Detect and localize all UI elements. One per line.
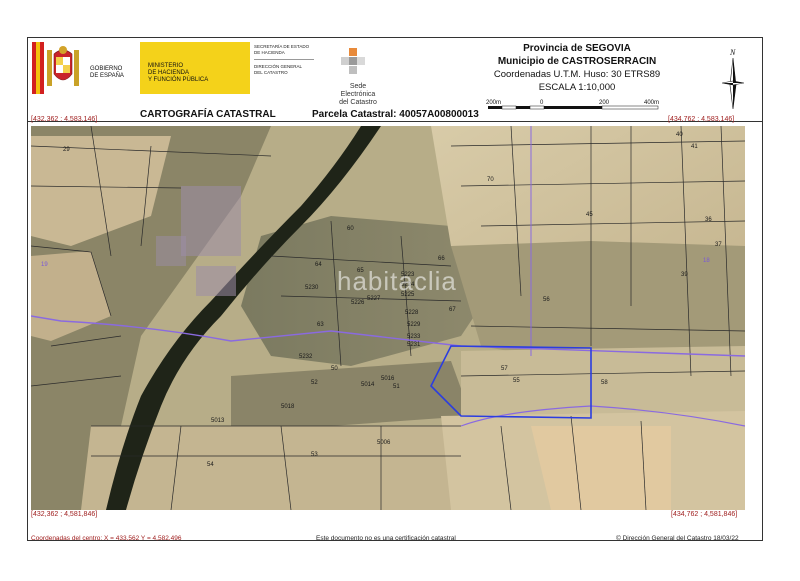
sede-electronica-label: Sede Electrónica del Catastro [339, 83, 377, 106]
svg-text:40: 40 [676, 132, 683, 138]
corner-coord-bottom-left: [432,362 ; 4,581,846] [31, 511, 98, 518]
terrain-field-se-bright [531, 426, 671, 510]
north-arrow-icon: N [722, 48, 744, 110]
svg-text:0: 0 [540, 100, 544, 106]
corner-coord-top-right: [434,762 ; 4,583,146] [668, 116, 735, 123]
corner-coord-top-left: [432,362 ; 4,583,146] [31, 116, 98, 123]
corner-coord-bottom-right: [434,762 ; 4,581,846] [671, 511, 738, 518]
map-title-block: Provincia de SEGOVIA Municipio de CASTRO… [452, 42, 702, 94]
header-divider [27, 121, 763, 122]
center-coordinates: Coordenadas del centro: X = 433,562 Y = … [31, 535, 182, 542]
municipio-label: Municipio de CASTROSERRACIN [497, 56, 657, 67]
svg-text:57: 57 [501, 366, 508, 372]
svg-text:36: 36 [705, 217, 712, 223]
svg-text:58: 58 [601, 380, 608, 386]
cartografia-title: CARTOGRAFÍA CATASTRAL [140, 109, 276, 120]
svg-text:56: 56 [543, 297, 550, 303]
provincia-label: Provincia de SEGOVIA [523, 43, 631, 54]
svg-text:5013: 5013 [211, 418, 225, 424]
coat-of-arms-icon [32, 42, 79, 94]
svg-text:5014: 5014 [361, 382, 375, 388]
svg-text:5233: 5233 [407, 334, 421, 340]
svg-text:55: 55 [513, 378, 520, 384]
watermark-text: habitaclia [337, 266, 457, 296]
svg-text:53: 53 [311, 452, 318, 458]
svg-text:45: 45 [586, 212, 593, 218]
cadastral-map[interactable]: 29 40 41 70 45 36 37 39 60 64 65 66 67 6… [31, 126, 745, 510]
scale-bar: 200m 0 200 400m [486, 100, 659, 110]
svg-text:5018: 5018 [281, 404, 295, 410]
copyright-text: © Dirección General del Catastro 18/03/2… [616, 535, 739, 542]
svg-text:54: 54 [207, 462, 214, 468]
svg-text:5232: 5232 [299, 354, 313, 360]
svg-text:5226: 5226 [351, 300, 365, 306]
svg-text:200m: 200m [486, 100, 501, 106]
svg-text:400m: 400m [644, 100, 659, 106]
svg-text:5231: 5231 [407, 342, 421, 348]
svg-text:200: 200 [599, 100, 610, 106]
svg-text:5016: 5016 [381, 376, 395, 382]
svg-text:39: 39 [681, 272, 688, 278]
svg-text:41: 41 [691, 144, 698, 150]
svg-text:60: 60 [347, 226, 354, 232]
svg-text:37: 37 [715, 242, 722, 248]
svg-text:64: 64 [315, 262, 322, 268]
svg-text:51: 51 [393, 384, 400, 390]
svg-text:N: N [729, 48, 736, 57]
svg-text:5228: 5228 [405, 310, 419, 316]
svg-text:5230: 5230 [305, 285, 319, 291]
svg-text:66: 66 [438, 256, 445, 262]
ministerio-label: MINISTERIO DE HACIENDA Y FUNCIÓN PÚBLICA [148, 63, 209, 83]
scale-label: ESCALA 1:10,000 [538, 82, 616, 93]
disclaimer-text: Este documento no es una certificación c… [316, 535, 456, 542]
svg-text:67: 67 [449, 307, 456, 313]
svg-text:63: 63 [317, 322, 324, 328]
gobierno-label: GOBIERNO DE ESPAÑA [90, 66, 124, 79]
svg-text:19: 19 [41, 262, 48, 268]
direccion-block: SECRETARÍA DE ESTADO DE HACIENDA DIRECCI… [254, 44, 326, 75]
svg-text:52: 52 [311, 380, 318, 386]
map-canvas: 29 40 41 70 45 36 37 39 60 64 65 66 67 6… [31, 126, 745, 510]
svg-text:5229: 5229 [407, 322, 421, 328]
svg-text:18: 18 [703, 258, 710, 264]
svg-text:29: 29 [63, 147, 70, 153]
svg-text:5006: 5006 [377, 440, 391, 446]
svg-text:50: 50 [331, 366, 338, 372]
sede-electronica-logo-icon [341, 48, 365, 74]
coordinate-system-label: Coordenadas U.T.M. Huso: 30 ETRS89 [493, 69, 661, 80]
svg-text:70: 70 [487, 177, 494, 183]
parcela-catastral-label: Parcela Catastral: 40057A00800013 [312, 109, 479, 120]
